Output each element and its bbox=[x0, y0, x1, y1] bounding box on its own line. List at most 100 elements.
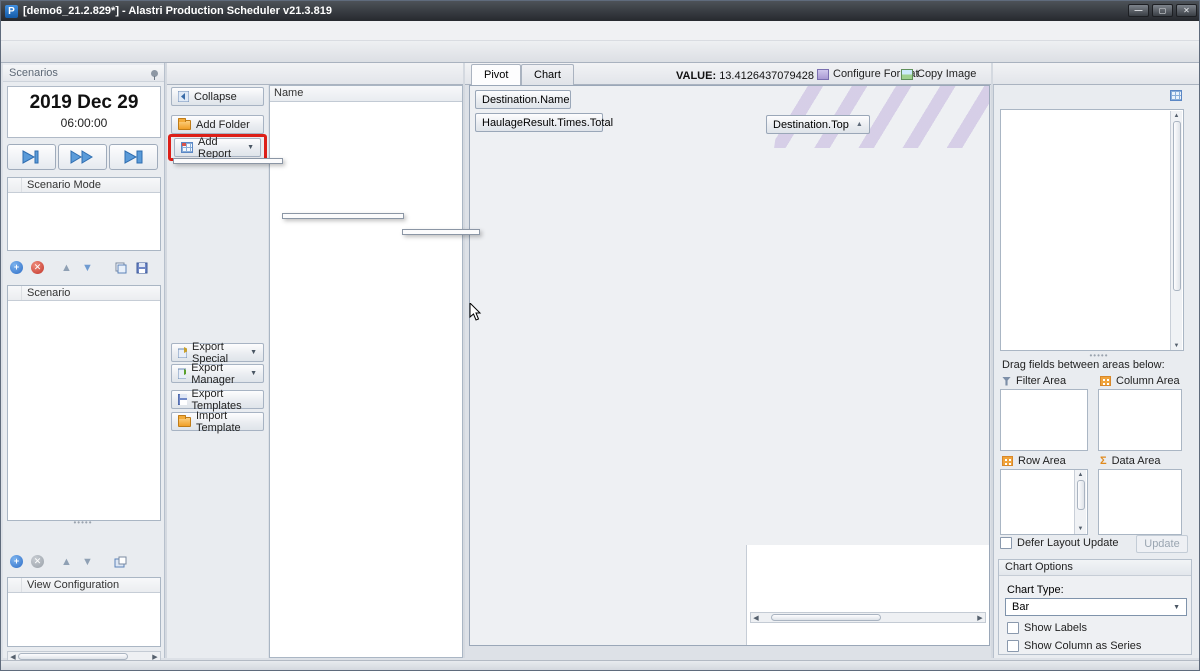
copy-image-button[interactable]: Copy Image bbox=[901, 68, 976, 80]
schedule-date: 2019 Dec 29 bbox=[8, 92, 160, 114]
minimize-button[interactable]: — bbox=[1128, 4, 1149, 17]
data-area-box[interactable] bbox=[1098, 469, 1182, 535]
play-to-end-button[interactable] bbox=[109, 144, 158, 170]
splitter-right[interactable] bbox=[991, 63, 993, 658]
view-config-up-button[interactable]: ▲ bbox=[57, 553, 76, 570]
show-labels-row: Show Labels bbox=[1007, 622, 1087, 634]
main-tab-bar bbox=[1, 41, 1200, 63]
move-down-button[interactable]: ▼ bbox=[78, 259, 97, 276]
filter-area-box[interactable] bbox=[1000, 389, 1088, 451]
schedule-clock: 2019 Dec 29 06:00:00 bbox=[7, 86, 161, 138]
view-config-toolbar: + ✕ ▲ ▼ bbox=[7, 553, 130, 570]
configure-format-icon bbox=[817, 69, 829, 80]
export-manager-button[interactable]: Export Manager ▼ bbox=[171, 364, 264, 383]
scenario-table: Scenario bbox=[7, 285, 161, 521]
fast-forward-button[interactable] bbox=[58, 144, 107, 170]
chart-type-select[interactable]: Bar▼ bbox=[1005, 598, 1187, 616]
import-template-button[interactable]: Import Template bbox=[171, 412, 264, 431]
copy-image-icon bbox=[901, 69, 913, 80]
playback-controls bbox=[7, 144, 161, 171]
data-field-haulageresult-times-total[interactable]: HaulageResult.Times.Total bbox=[475, 113, 603, 132]
drag-hint: Drag fields between areas below: bbox=[1002, 359, 1165, 371]
sort-asc-icon: ▲ bbox=[856, 121, 863, 128]
field-chooser-button[interactable] bbox=[1166, 87, 1185, 104]
view-config-down-button[interactable]: ▼ bbox=[78, 553, 97, 570]
column-field-destination-top[interactable]: Destination.Top▲ bbox=[766, 115, 870, 134]
add-folder-button[interactable]: Add Folder bbox=[171, 115, 264, 134]
scenario-mode-table: Scenario Mode bbox=[7, 177, 161, 251]
tab-pivot[interactable]: Pivot bbox=[471, 64, 521, 85]
add-view-config-button[interactable]: + bbox=[7, 553, 26, 570]
collapse-button[interactable]: Collapse bbox=[171, 87, 264, 106]
field-folder-list: ▲▼ bbox=[1000, 109, 1184, 351]
export-view-config-button[interactable] bbox=[111, 553, 130, 570]
dropdown-arrow-icon: ▼ bbox=[247, 144, 254, 151]
close-button[interactable]: ✕ bbox=[1176, 4, 1197, 17]
filter-field-destination-name[interactable]: Destination.Name bbox=[475, 90, 571, 109]
splitter-left[interactable] bbox=[165, 63, 167, 658]
add-report-menu bbox=[173, 158, 283, 164]
scenarios-header: Scenarios bbox=[9, 67, 151, 79]
content: Scenarios 2019 Dec 29 06:00:00 Scenari bbox=[1, 63, 1200, 660]
export-special-icon bbox=[178, 347, 187, 358]
splitter-grip[interactable]: ••••• bbox=[63, 518, 103, 527]
row-area-icon bbox=[1002, 456, 1013, 466]
tree-name-header[interactable]: Name bbox=[270, 86, 462, 102]
column-area-header: Column Area bbox=[1100, 375, 1180, 387]
folder-icon bbox=[178, 120, 191, 130]
tab-chart[interactable]: Chart bbox=[521, 64, 574, 85]
export-special-button[interactable]: Export Special ▼ bbox=[171, 343, 264, 362]
import-folder-icon bbox=[178, 417, 191, 427]
data-area-header: ΣData Area bbox=[1100, 455, 1161, 467]
maximize-button[interactable]: ▢ bbox=[1152, 4, 1173, 17]
window-title: [demo6_21.2.829*] - Alastri Production S… bbox=[23, 5, 332, 17]
show-column-as-series-checkbox[interactable] bbox=[1007, 640, 1019, 652]
column-area-box[interactable] bbox=[1098, 389, 1182, 451]
add-report-button[interactable]: Add Report ▼ bbox=[174, 138, 261, 157]
export-manager-icon bbox=[178, 368, 186, 379]
export-templates-icon bbox=[178, 394, 187, 405]
movements-submenu bbox=[282, 213, 404, 219]
collapse-icon bbox=[178, 91, 189, 102]
row-area-scrollbar[interactable]: ▲▼ bbox=[1074, 470, 1086, 534]
fast-forward-icon bbox=[70, 150, 96, 164]
app-window: P [demo6_21.2.829*] - Alastri Production… bbox=[0, 0, 1200, 671]
add-scenario-button[interactable]: + bbox=[7, 259, 26, 276]
window-bottom-edge bbox=[1, 660, 1200, 671]
copy-scenario-button[interactable] bbox=[111, 259, 130, 276]
scenario-mode-header: Scenario Mode bbox=[22, 178, 101, 192]
save-scenario-button[interactable] bbox=[132, 259, 151, 276]
chart-options-group: Chart Options Chart Type: Bar▼ Show Labe… bbox=[998, 559, 1192, 655]
sigma-icon: Σ bbox=[1100, 455, 1107, 467]
show-labels-checkbox[interactable] bbox=[1007, 622, 1019, 634]
filter-area-icon bbox=[1002, 377, 1011, 386]
menu-bar bbox=[1, 21, 1200, 41]
export-templates-button[interactable]: Export Templates bbox=[171, 390, 264, 409]
step-forward-icon bbox=[21, 150, 43, 164]
defer-layout-checkbox[interactable] bbox=[1000, 537, 1012, 549]
report-actions-panel: Collapse Add Folder Add Report ▼ Export … bbox=[167, 85, 268, 658]
play-to-end-icon bbox=[123, 150, 145, 164]
app-logo-icon: P bbox=[5, 5, 18, 18]
pivot-hscrollbar[interactable]: ◀▶ bbox=[750, 612, 986, 623]
delete-scenario-button[interactable]: ✕ bbox=[28, 259, 47, 276]
field-list-panel: ▲▼ ••••• Drag fields between areas below… bbox=[993, 85, 1199, 658]
delete-view-config-button[interactable]: ✕ bbox=[28, 553, 47, 570]
filter-area-header: Filter Area bbox=[1002, 375, 1066, 387]
report-tree: Name bbox=[269, 85, 463, 658]
show-column-as-series-row: Show Column as Series bbox=[1007, 640, 1141, 652]
move-up-button[interactable]: ▲ bbox=[57, 259, 76, 276]
scenario-list-header: Scenario bbox=[22, 286, 70, 300]
add-report-highlight: Add Report ▼ bbox=[168, 134, 267, 161]
splitter-tree[interactable] bbox=[463, 63, 465, 658]
row-area-box[interactable]: ▲▼ bbox=[1000, 469, 1088, 535]
schedule-time: 06:00:00 bbox=[8, 116, 160, 130]
pin-icon[interactable] bbox=[151, 70, 158, 77]
view-config-header: View Configuration bbox=[22, 578, 119, 592]
step-forward-button[interactable] bbox=[7, 144, 56, 170]
pivot-panel: Pivot Chart VALUE: 13.4126437079428 Conf… bbox=[465, 63, 992, 658]
view-config-table: View Configuration bbox=[7, 577, 161, 647]
scenario-toolbar: + ✕ ▲ ▼ bbox=[7, 259, 151, 276]
update-button[interactable]: Update bbox=[1136, 535, 1188, 553]
field-list-scrollbar[interactable]: ▲▼ bbox=[1170, 111, 1182, 351]
